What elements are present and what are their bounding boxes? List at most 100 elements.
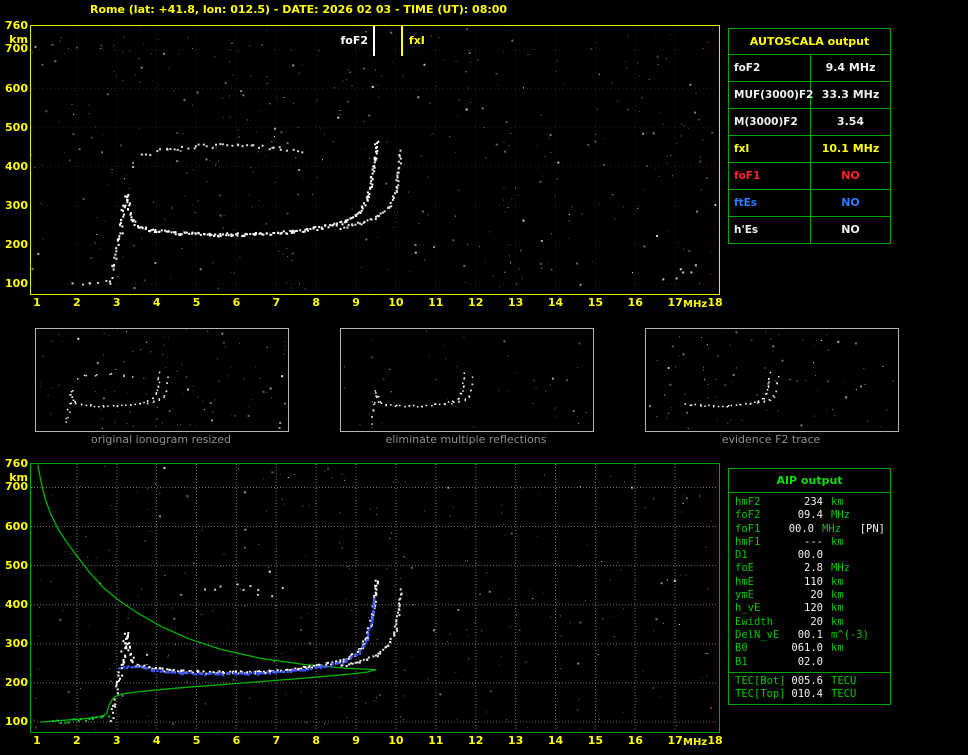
aip-param-name: hmF2 bbox=[735, 496, 761, 508]
aip-param-unit: km bbox=[831, 589, 844, 602]
aip-param-name: ymE bbox=[735, 589, 754, 602]
bottom-profile-plot bbox=[30, 463, 720, 733]
bottom-y-tick-100: 100 bbox=[5, 715, 28, 728]
thumbnail-original-ionogram bbox=[35, 328, 289, 432]
aip-row-foF2: foF2 09.4 MHz bbox=[729, 509, 890, 522]
aip-param-value: 110 bbox=[804, 575, 823, 588]
autoscala-param-value: NO bbox=[841, 169, 860, 182]
aip-param-unit: km bbox=[831, 496, 844, 508]
autoscala-param-name: fxI bbox=[729, 136, 811, 162]
top-x-tick-5: 5 bbox=[192, 296, 201, 309]
aip-param-unit: m^(-3) bbox=[831, 628, 869, 641]
aip-param-name: foF1 bbox=[735, 522, 761, 535]
top-y-tick-400: 400 bbox=[5, 159, 28, 173]
aip-row-h_vE: h_vE 120 km bbox=[729, 602, 890, 615]
autoscala-row-M(3000)F2: M(3000)F2 3.54 bbox=[729, 109, 890, 136]
aip-row-B1: B1 02.0 bbox=[729, 656, 890, 669]
bottom-x-tick-6: 6 bbox=[232, 734, 241, 747]
top-ionogram-canvas bbox=[31, 26, 717, 292]
autoscala-param-value: 9.4 MHz bbox=[825, 61, 876, 74]
bottom-y-axis-unit: km bbox=[9, 471, 28, 484]
bottom-y-tick-600: 600 bbox=[5, 519, 28, 533]
fof2-marker-line bbox=[373, 26, 375, 56]
bottom-x-tick-3: 3 bbox=[112, 734, 121, 747]
aip-row-foE: foE 2.8 MHz bbox=[729, 562, 890, 575]
aip-row-foF1: foF1 00.0 MHz [PN] bbox=[729, 523, 890, 536]
bottom-x-tick-13: 13 bbox=[507, 734, 524, 747]
aip-param-unit: MHz bbox=[822, 522, 841, 535]
thumbnail-caption-original: original ionogram resized bbox=[91, 433, 231, 446]
aip-row-ymE: ymE 20 km bbox=[729, 589, 890, 602]
aip-row-Ewidth: Ewidth 20 km bbox=[729, 616, 890, 629]
autoscala-table-header: AUTOSCALA output bbox=[729, 29, 890, 55]
aip-param-value: 20 bbox=[810, 589, 823, 602]
autoscala-row-ftEs: ftEs NO bbox=[729, 190, 890, 217]
aip-param-name: foE bbox=[735, 562, 754, 575]
autoscala-param-value: 3.54 bbox=[836, 115, 865, 128]
autoscala-param-value: 10.1 MHz bbox=[821, 142, 880, 155]
aip-param-value: 005.6 bbox=[791, 674, 823, 687]
bottom-x-tick-18: 18 bbox=[707, 734, 723, 747]
bottom-y-tick-760: 760 bbox=[5, 457, 28, 470]
aip-param-name: D1 bbox=[735, 549, 748, 562]
bottom-profile-canvas bbox=[31, 464, 717, 730]
top-y-tick-500: 500 bbox=[5, 120, 28, 134]
bottom-x-tick-2: 2 bbox=[73, 734, 81, 747]
top-x-tick-16: 16 bbox=[627, 296, 643, 309]
aip-param-name: hmE bbox=[735, 575, 754, 588]
top-x-tick-12: 12 bbox=[468, 296, 484, 309]
aip-param-value: 09.4 bbox=[797, 509, 823, 522]
aip-param-name: DelN_vE bbox=[735, 628, 780, 641]
bottom-x-tick-10: 10 bbox=[388, 734, 404, 747]
top-x-axis-unit: MHz bbox=[683, 299, 708, 310]
top-x-tick-7: 7 bbox=[272, 296, 281, 309]
top-x-tick-11: 11 bbox=[428, 296, 444, 309]
autoscala-row-foF2: foF2 9.4 MHz bbox=[729, 55, 890, 82]
aip-param-name: Ewidth bbox=[735, 615, 773, 628]
aip-param-value: 00.1 bbox=[797, 628, 823, 641]
aip-param-value: 010.4 bbox=[791, 688, 823, 701]
aip-param-extra: [PN] bbox=[859, 522, 885, 535]
autoscala-param-value: 33.3 MHz bbox=[821, 88, 880, 101]
aip-param-value: 061.0 bbox=[791, 642, 823, 655]
aip-row-B0: B0 061.0 km bbox=[729, 642, 890, 655]
aip-param-name: hmF1 bbox=[735, 535, 761, 548]
thumbnail-eliminate-canvas bbox=[343, 330, 587, 429]
bottom-y-tick-400: 400 bbox=[5, 597, 28, 611]
top-y-tick-300: 300 bbox=[5, 198, 28, 212]
bottom-y-tick-200: 200 bbox=[5, 675, 28, 689]
bottom-x-tick-9: 9 bbox=[352, 734, 360, 747]
aip-row-D1: D1 00.0 bbox=[729, 549, 890, 562]
autoscala-param-name: foF2 bbox=[729, 55, 811, 81]
thumbnail-caption-eliminate: eliminate multiple reflections bbox=[385, 433, 547, 446]
bottom-x-tick-16: 16 bbox=[627, 734, 643, 747]
bottom-x-tick-1: 1 bbox=[33, 734, 41, 747]
aip-param-value: 2.8 bbox=[804, 562, 823, 575]
autoscala-row-h'Es: h'Es NO bbox=[729, 217, 890, 243]
bottom-x-tick-4: 4 bbox=[152, 734, 161, 747]
aip-param-unit: km bbox=[831, 615, 844, 628]
top-x-tick-6: 6 bbox=[232, 296, 241, 309]
aip-param-value: 02.0 bbox=[797, 655, 823, 668]
bottom-x-tick-12: 12 bbox=[468, 734, 484, 747]
aip-param-unit: km bbox=[831, 535, 844, 548]
aip-param-name: B1 bbox=[735, 655, 748, 668]
aip-param-value: --- bbox=[804, 535, 823, 548]
top-y-tick-600: 600 bbox=[5, 81, 28, 95]
thumbnail-evidence-canvas bbox=[649, 331, 894, 429]
aip-param-name: foF2 bbox=[735, 509, 761, 522]
top-x-tick-1: 1 bbox=[33, 296, 41, 309]
aip-param-unit: km bbox=[831, 575, 844, 588]
top-x-tick-2: 2 bbox=[73, 296, 81, 309]
bottom-x-tick-7: 7 bbox=[272, 734, 281, 747]
autoscala-window: Rome (lat: +41.8, lon: 012.5) - DATE: 20… bbox=[0, 0, 968, 755]
top-x-tick-8: 8 bbox=[312, 296, 320, 309]
aip-row-hmF1: hmF1 --- km bbox=[729, 536, 890, 549]
top-x-tick-9: 9 bbox=[352, 296, 360, 309]
top-x-tick-10: 10 bbox=[388, 296, 404, 309]
top-y-axis-unit: km bbox=[9, 33, 28, 46]
thumbnail-original-canvas bbox=[39, 329, 286, 429]
aip-param-value: 00.0 bbox=[788, 522, 814, 535]
aip-param-name: TEC[Top] bbox=[735, 688, 786, 701]
bottom-x-axis-unit: MHz bbox=[683, 737, 708, 748]
